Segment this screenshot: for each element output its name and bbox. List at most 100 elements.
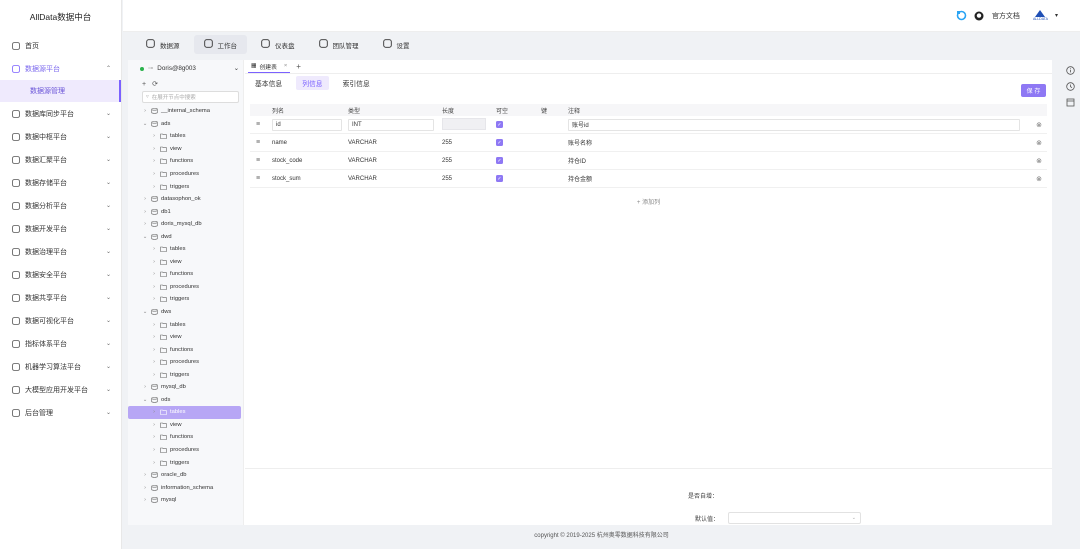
chevron-right-icon[interactable]: ›	[151, 184, 157, 190]
tree-node[interactable]: › procedures	[128, 281, 243, 294]
column-type-select[interactable]: VARCHAR	[343, 158, 439, 164]
tree-node[interactable]: › mysql	[128, 494, 243, 507]
tree-node[interactable]: › view	[128, 419, 243, 432]
column-length-input[interactable]: 255	[439, 140, 496, 146]
chevron-right-icon[interactable]: ›	[142, 472, 148, 478]
topnav-tab-4[interactable]: 设置	[373, 35, 420, 54]
chevron-right-icon[interactable]: ›	[151, 133, 157, 139]
drag-handle-icon[interactable]: ≡	[250, 139, 266, 146]
chevron-right-icon[interactable]: ›	[151, 372, 157, 378]
chevron-right-icon[interactable]: ›	[151, 146, 157, 152]
topnav-tab-2[interactable]: 仪表盘	[251, 35, 305, 54]
tree-node[interactable]: › view	[128, 143, 243, 156]
nullable-checkbox[interactable]: ✓	[496, 121, 503, 128]
sidebar-item-10[interactable]: 数据共享平台 ⌄	[0, 286, 121, 309]
tree-node[interactable]: ⌄ dws	[128, 306, 243, 319]
tree-node[interactable]: ⌄ dwd	[128, 230, 243, 243]
column-length-input[interactable]	[439, 117, 496, 132]
sidebar-item-2[interactable]: 数据库同步平台 ⌄	[0, 102, 121, 125]
chevron-right-icon[interactable]: ›	[142, 221, 148, 227]
chevron-right-icon[interactable]: ›	[151, 171, 157, 177]
tree-node[interactable]: › mysql_db	[128, 381, 243, 394]
refresh-icon[interactable]: ⟳	[152, 80, 158, 88]
tree-node[interactable]: › view	[128, 256, 243, 269]
chevron-right-icon[interactable]: ›	[142, 108, 148, 114]
tree-node[interactable]: › functions	[128, 343, 243, 356]
tree-node[interactable]: › information_schema	[128, 481, 243, 494]
docs-link[interactable]: 官方文档	[992, 11, 1020, 21]
tree-node[interactable]: › datasophon_ok	[128, 193, 243, 206]
info-icon[interactable]	[1065, 66, 1075, 75]
github-icon[interactable]	[974, 10, 985, 21]
tree-node[interactable]: ⌄ ods	[128, 394, 243, 407]
close-icon[interactable]: ×	[284, 63, 287, 69]
column-name-input[interactable]: stock_sum	[266, 176, 343, 182]
column-type-select[interactable]: VARCHAR	[343, 176, 439, 182]
connection-selector[interactable]: ⊸ Doris@8g003 ⌄	[128, 60, 243, 77]
subtab-2[interactable]: 索引信息	[343, 78, 370, 88]
chevron-right-icon[interactable]: ›	[151, 447, 157, 453]
chevron-right-icon[interactable]: ›	[142, 209, 148, 215]
column-comment-input[interactable]: 账号id	[568, 118, 1031, 131]
tree-node[interactable]: › tables	[128, 318, 243, 331]
sidebar-item-15[interactable]: 后台管理 ⌄	[0, 401, 121, 424]
plugin-icon[interactable]	[956, 10, 967, 21]
chevron-right-icon[interactable]: ›	[151, 271, 157, 277]
chevron-right-icon[interactable]: ›	[142, 196, 148, 202]
chevron-right-icon[interactable]: ›	[151, 322, 157, 328]
delete-row-icon[interactable]: ⊗	[1031, 175, 1047, 183]
tree-node[interactable]: › view	[128, 331, 243, 344]
panel-icon[interactable]	[1066, 98, 1075, 107]
tree-node[interactable]: › triggers	[128, 293, 243, 306]
chevron-right-icon[interactable]: ›	[151, 347, 157, 353]
sidebar-item-8[interactable]: 数据治理平台 ⌄	[0, 240, 121, 263]
chevron-right-icon[interactable]: ›	[142, 485, 148, 491]
tree-node[interactable]: › tables	[128, 243, 243, 256]
chevron-right-icon[interactable]: ›	[151, 334, 157, 340]
sidebar-item-0[interactable]: 首页	[0, 34, 121, 57]
chevron-right-icon[interactable]: ›	[151, 296, 157, 302]
sidebar-subitem-datasource-manage[interactable]: 数据源管理	[0, 80, 121, 102]
tree-node[interactable]: › functions	[128, 155, 243, 168]
tree-node[interactable]: › procedures	[128, 356, 243, 369]
add-column-button[interactable]: + 添加列	[245, 197, 1052, 206]
nullable-checkbox[interactable]: ✓	[496, 175, 503, 182]
topnav-tab-0[interactable]: 数据源	[136, 35, 190, 54]
column-length-input[interactable]: 255	[439, 158, 496, 164]
chevron-right-icon[interactable]: ›	[151, 259, 157, 265]
chevron-right-icon[interactable]: ›	[151, 434, 157, 440]
column-comment-input[interactable]: 持仓金额	[568, 174, 1031, 183]
tree-node[interactable]: › __internal_schema	[128, 105, 243, 118]
doc-tab-create-table[interactable]: ▦ 创建表 ×	[248, 60, 291, 73]
column-type-select[interactable]: VARCHAR	[343, 140, 439, 146]
nullable-checkbox[interactable]: ✓	[496, 157, 503, 164]
chevron-right-icon[interactable]: ›	[151, 422, 157, 428]
sidebar-item-9[interactable]: 数据安全平台 ⌄	[0, 263, 121, 286]
chevron-down-icon[interactable]: ⌄	[142, 397, 148, 403]
tree-node[interactable]: › triggers	[128, 180, 243, 193]
chevron-down-icon[interactable]: ⌄	[142, 234, 148, 240]
sidebar-item-13[interactable]: 机器学习算法平台 ⌄	[0, 355, 121, 378]
sidebar-item-4[interactable]: 数据汇聚平台 ⌄	[0, 148, 121, 171]
save-button[interactable]: 保 存	[1021, 84, 1046, 97]
delete-row-icon[interactable]: ⊗	[1031, 139, 1047, 147]
chevron-right-icon[interactable]: ›	[151, 284, 157, 290]
tree-node[interactable]: › tables	[128, 406, 241, 419]
nullable-checkbox[interactable]: ✓	[496, 139, 503, 146]
topnav-tab-3[interactable]: 团队管理	[309, 35, 369, 54]
drag-handle-icon[interactable]: ≡	[250, 157, 266, 164]
user-dropdown-caret[interactable]: ▾	[1055, 12, 1058, 19]
subtab-1[interactable]: 列信息	[296, 75, 329, 90]
tree-node[interactable]: › oracle_db	[128, 469, 243, 482]
chevron-down-icon[interactable]: ⌄	[142, 309, 148, 315]
drag-handle-icon[interactable]: ≡	[250, 121, 266, 128]
default-value-select[interactable]: ⌄	[728, 512, 861, 524]
sidebar-item-11[interactable]: 数据可视化平台 ⌄	[0, 309, 121, 332]
chevron-right-icon[interactable]: ›	[151, 359, 157, 365]
tree-node[interactable]: › triggers	[128, 456, 243, 469]
column-type-select[interactable]: INT	[343, 118, 439, 131]
chevron-right-icon[interactable]: ›	[142, 497, 148, 503]
sidebar-item-3[interactable]: 数据中枢平台 ⌄	[0, 125, 121, 148]
chevron-right-icon[interactable]: ›	[151, 246, 157, 252]
column-comment-input[interactable]: 账号名称	[568, 138, 1031, 147]
